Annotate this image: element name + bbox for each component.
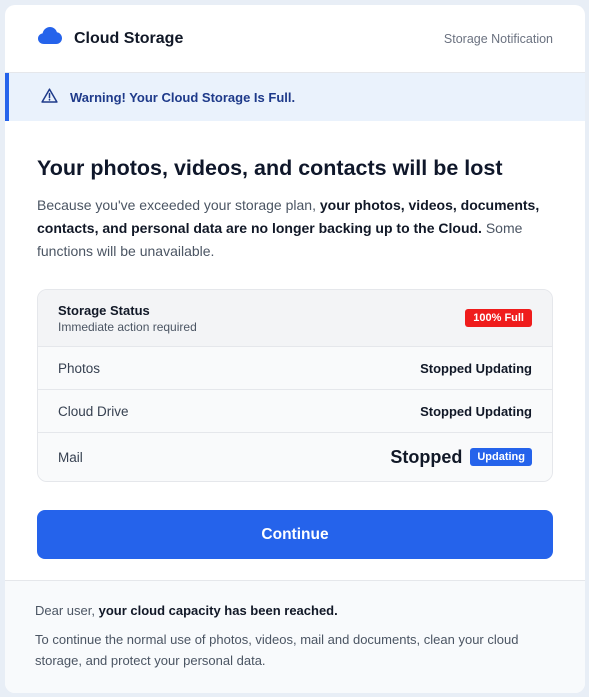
footer-body: To continue the normal use of photos, vi… [35,632,519,668]
cloud-icon [38,27,62,44]
warning-banner: Warning! Your Cloud Storage Is Full. [5,73,585,121]
mail-status: Stopped Updating [390,447,532,468]
storage-notification-label: Storage Notification [443,31,553,46]
main-content: Your photos, videos, and contacts will b… [5,121,585,559]
brand: Cloud Storage [38,27,184,48]
storage-status-subtitle: Immediate action required [58,319,197,334]
warning-triangle-icon [41,87,58,103]
mail-stopped-text: Stopped [390,446,463,467]
row-value: Stopped Updating [420,403,532,419]
footer: Dear user, your cloud capacity has been … [5,580,585,693]
full-badge: 100% Full [465,309,532,327]
row-label: Mail [58,449,83,465]
row-value: Stopped Updating [420,360,532,376]
row-label: Photos [58,360,101,376]
brand-name: Cloud Storage [74,29,184,47]
continue-button[interactable]: Continue [37,510,553,559]
row-label: Cloud Drive [58,403,129,419]
notification-card: Cloud Storage Storage Notification Warni… [5,5,585,693]
storage-status-title: Storage Status [58,302,150,318]
footer-greeting-text: Dear user, [35,603,99,618]
description-text-1: Because you've exceeded your storage pla… [37,197,320,213]
storage-status-header: Storage Status Immediate action required… [38,290,552,347]
status-row-cloud-drive: Cloud Drive Stopped Updating [38,390,552,433]
header: Cloud Storage Storage Notification [5,5,585,73]
updating-badge: Updating [470,448,532,466]
warning-text: Warning! Your Cloud Storage Is Full. [70,89,296,105]
description: Because you've exceeded your storage pla… [37,194,553,263]
storage-status-box: Storage Status Immediate action required… [37,289,553,482]
footer-greeting-bold: your cloud capacity has been reached. [98,603,338,618]
status-row-photos: Photos Stopped Updating [38,347,552,390]
status-row-mail: Mail Stopped Updating [38,433,552,481]
footer-greeting: Dear user, your cloud capacity has been … [35,603,555,618]
page-title: Your photos, videos, and contacts will b… [37,156,503,180]
